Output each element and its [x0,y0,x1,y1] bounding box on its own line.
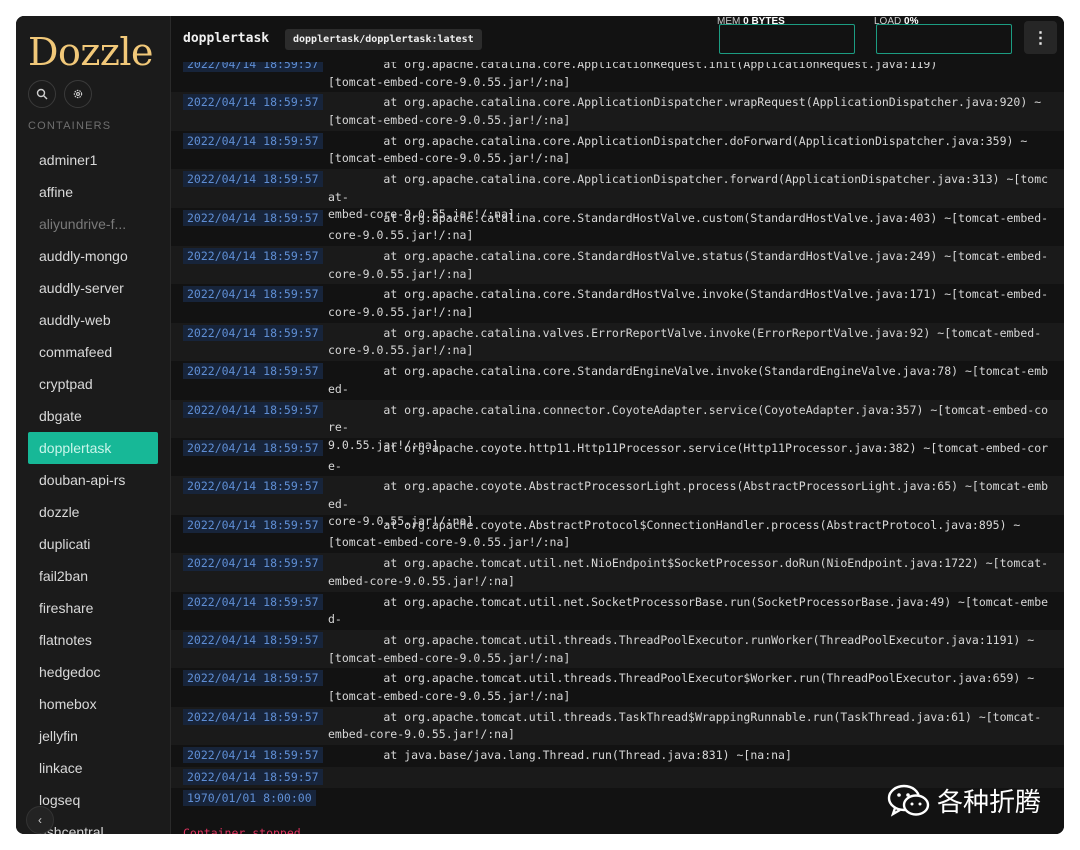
sidebar-item-dbgate[interactable]: dbgate [28,400,158,432]
log-row: 2022/04/14 18:59:57 at org.apache.catali… [171,92,1064,131]
log-row: 2022/04/14 18:59:57 at org.apache.tomcat… [171,668,1064,706]
container-list: adminer1 affine aliyundrive-f... auddly-mon… [28,144,158,834]
log-row: 2022/04/14 18:59:57 at org.apache.tomcat… [171,553,1064,592]
log-row: 2022/04/14 18:59:57 at org.apache.tomcat… [171,592,1064,644]
log-message: at java.base/java.lang.Thread.run(Thread… [328,748,792,763]
log-timestamp: 1970/01/01 8:00:00 [183,790,316,807]
log-timestamp: 2022/04/14 18:59:57 [183,440,323,456]
log-timestamp: 2022/04/14 18:59:57 [183,516,323,533]
image-tag-badge: dopplertask/dopplertask:latest [285,29,482,50]
log-row: 2022/04/14 18:59:57 at org.apache.catali… [171,284,1064,322]
log-header: dopplertask dopplertask/dopplertask:late… [171,16,1064,62]
log-timestamp: 2022/04/14 18:59:57 [183,132,323,149]
load-chart [876,24,1012,54]
log-row: 2022/04/14 18:59:57 at org.apache.coyote… [171,476,1064,528]
log-timestamp: 2022/04/14 18:59:57 [183,708,323,725]
log-row: 2022/04/14 18:59:57 at org.apache.tomcat… [171,706,1064,746]
log-timestamp: 2022/04/14 18:59:57 [183,248,323,264]
gear-icon [73,89,83,99]
log-timestamp: 2022/04/14 18:59:57 [183,324,323,341]
log-row: 2022/04/14 18:59:57 at org.apache.catali… [171,62,1064,92]
sidebar-item-jellyfin[interactable]: jellyfin [28,720,158,752]
log-row: 2022/04/14 18:59:57 at org.apache.catali… [171,322,1064,362]
log-row: 2022/04/14 18:59:57 at org.apache.catali… [171,399,1064,452]
sidebar-item-hedgedoc[interactable]: hedgedoc [28,656,158,688]
app-logo[interactable]: Dozzle [28,30,154,74]
log-timestamp: 2022/04/14 18:59:57 [183,670,323,687]
sidebar-item-linkace[interactable]: linkace [28,752,158,784]
log-message: at org.apache.catalina.core.StandardHost… [328,287,1049,319]
log-timestamp: 2022/04/14 18:59:57 [183,286,323,303]
log-row: 2022/04/14 18:59:57 at org.apache.catali… [171,246,1064,285]
sidebar-item-fireshare[interactable]: fireshare [28,592,158,624]
more-menu-button[interactable]: ⋮ [1024,21,1057,54]
log-timestamp: 2022/04/14 18:59:57 [183,401,323,418]
containers-section-label: CONTAINERS [28,120,112,132]
log-message: at org.apache.catalina.core.ApplicationR… [328,62,938,89]
sidebar: Dozzle CONTAINERS adminer1 affine aliyundr… [16,16,171,834]
log-row: 2022/04/14 18:59:57 at org.apache.catali… [171,208,1064,246]
log-row: 2022/04/14 18:59:57 at org.apache.tomcat… [171,630,1064,669]
log-message: at org.apache.tomcat.util.threads.Thread… [328,633,1035,665]
log-message: at org.apache.tomcat.util.threads.Thread… [328,671,1035,703]
sidebar-item-auddly-web[interactable]: auddly-web [28,304,158,336]
log-row: 2022/04/14 18:59:57 at org.apache.catali… [171,131,1064,169]
log-timestamp: 2022/04/14 18:59:57 [183,768,323,785]
log-timestamp: 2022/04/14 18:59:57 [183,171,323,188]
sidebar-item-duplicati[interactable]: duplicati [28,528,158,560]
log-row: 2022/04/14 18:59:57 at org.apache.coyote… [171,515,1064,553]
log-row: 2022/04/14 18:59:57 at org.apache.catali… [171,361,1064,413]
settings-button[interactable] [64,80,92,108]
watermark-text: 各种折腾 [937,788,1042,818]
sidebar-item-aliyundrive-f[interactable]: aliyundrive-f... [28,208,158,240]
log-list[interactable]: 2022/04/14 18:59:57 at org.apache.catali… [171,62,1064,834]
log-timestamp: 2022/04/14 18:59:57 [183,478,323,495]
chevron-left-icon: ‹ [38,813,42,827]
search-icon [36,88,48,100]
dozzle-window: Dozzle CONTAINERS adminer1 affine aliyundr… [16,16,1064,834]
log-message: at org.apache.coyote.AbstractProtocol$Co… [328,517,1021,550]
collapse-sidebar-button[interactable]: ‹ [26,806,54,834]
log-message: at org.apache.catalina.core.ApplicationD… [328,133,1028,166]
wechat-icon [887,784,930,817]
sidebar-item-auddly-mongo[interactable]: auddly-mongo [28,240,158,272]
sidebar-item-fail2ban[interactable]: fail2ban [28,560,158,592]
container-stopped-status: Container stopped [183,826,301,834]
log-message: at org.apache.tomcat.util.net.NioEndpoin… [328,556,1049,588]
log-timestamp: 2022/04/14 18:59:57 [183,747,323,764]
mem-chart [719,24,855,54]
log-message: at org.apache.catalina.valves.ErrorRepor… [328,325,1042,358]
log-timestamp: 2022/04/14 18:59:57 [183,94,323,111]
log-message: at org.apache.catalina.core.StandardHost… [328,210,1049,243]
log-message: at org.apache.catalina.core.StandardHost… [328,249,1049,281]
sidebar-item-commafeed[interactable]: commafeed [28,336,158,368]
sidebar-item-cryptpad[interactable]: cryptpad [28,368,158,400]
log-timestamp: 2022/04/14 18:59:57 [183,209,323,226]
log-row: 2022/04/14 18:59:57 at java.base/java.la… [171,745,1064,767]
log-row: 2022/04/14 18:59:57 at org.apache.coyote… [171,438,1064,490]
sidebar-item-auddly-server[interactable]: auddly-server [28,272,158,304]
sidebar-item-flatnotes[interactable]: flatnotes [28,624,158,656]
log-timestamp: 2022/04/14 18:59:57 [183,555,323,572]
log-timestamp: 2022/04/14 18:59:57 [183,593,323,610]
log-row: 2022/04/14 18:59:57 at org.apache.catali… [171,169,1064,221]
search-button[interactable] [28,80,56,108]
sidebar-item-adminer1[interactable]: adminer1 [28,144,158,176]
log-message: at org.apache.catalina.core.ApplicationD… [328,95,1042,127]
log-panel: dopplertask dopplertask/dopplertask:late… [171,16,1064,834]
log-timestamp: 2022/04/14 18:59:57 [183,62,323,72]
log-timestamp: 2022/04/14 18:59:57 [183,632,323,648]
sidebar-item-douban-api-rs[interactable]: douban-api-rs [28,464,158,496]
watermark: 各种折腾 [887,782,1041,819]
container-name: dopplertask [183,31,270,46]
log-message: at org.apache.tomcat.util.threads.TaskTh… [328,709,1042,742]
vertical-dots-icon: ⋮ [1032,29,1049,47]
sidebar-item-dopplertask[interactable]: dopplertask [28,432,158,464]
log-timestamp: 2022/04/14 18:59:57 [183,363,323,380]
sidebar-item-affine[interactable]: affine [28,176,158,208]
sidebar-item-dozzle[interactable]: dozzle [28,496,158,528]
sidebar-item-homebox[interactable]: homebox [28,688,158,720]
